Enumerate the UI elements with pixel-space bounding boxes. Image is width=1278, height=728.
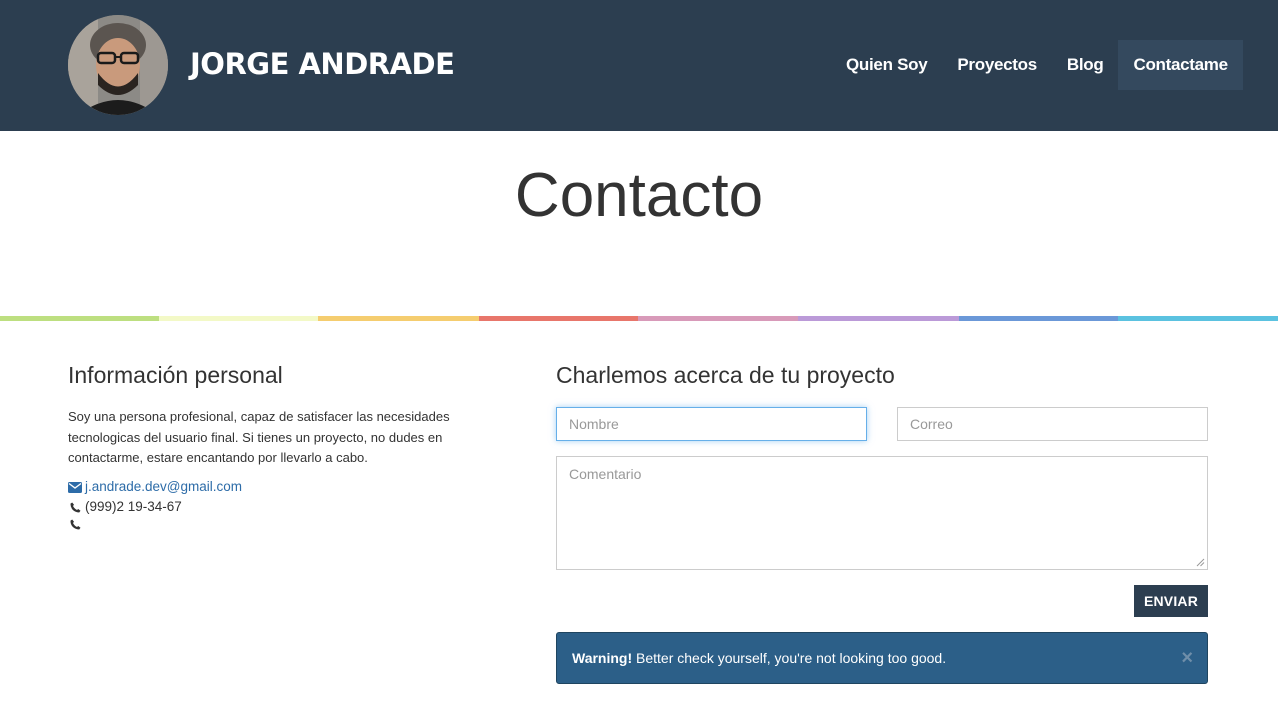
comment-placeholder: Comentario (569, 466, 642, 482)
name-input[interactable]: Nombre (556, 407, 867, 441)
brand-name[interactable]: JORGE ANDRADE (190, 44, 455, 84)
phone-icon (68, 517, 82, 531)
profile-avatar[interactable] (68, 15, 168, 115)
nav-item-proyectos[interactable]: Proyectos (942, 40, 1052, 90)
info-heading: Información personal (68, 362, 283, 388)
send-button[interactable]: ENVIAR (1134, 585, 1208, 617)
close-icon[interactable]: × (1181, 633, 1193, 683)
avatar-photo (68, 15, 168, 115)
stripe-segment (959, 316, 1118, 321)
stripe-segment (318, 316, 479, 321)
nav-item-blog[interactable]: Blog (1052, 40, 1119, 90)
stripe-segment (159, 316, 318, 321)
resize-grip-icon[interactable] (1196, 558, 1205, 567)
stripe-segment (798, 316, 959, 321)
contact-email: j.andrade.dev@gmail.com (68, 477, 242, 497)
email-input[interactable]: Correo (897, 407, 1208, 441)
navbar: JORGE ANDRADE Quien Soy Proyectos Blog C… (0, 0, 1278, 131)
form-heading: Charlemos acerca de tu proyecto (556, 362, 895, 388)
comment-textarea[interactable]: Comentario (556, 456, 1208, 570)
contact-phone-2 (68, 517, 85, 531)
stripe-segment (479, 316, 638, 321)
warning-alert: Warning! Better check yourself, you're n… (556, 632, 1208, 684)
stripe-segment (638, 316, 798, 321)
info-description: Soy una persona profesional, capaz de sa… (68, 409, 450, 465)
stripe-segment (0, 316, 159, 321)
alert-title: Warning! (572, 650, 633, 666)
alert-message: Better check yourself, you're not lookin… (632, 650, 947, 666)
nav-item-quien-soy[interactable]: Quien Soy (831, 40, 942, 90)
main-nav: Quien Soy Proyectos Blog Contactame (831, 40, 1243, 90)
email-link[interactable]: j.andrade.dev@gmail.com (85, 477, 242, 497)
contact-phone: (999)2 19-34-67 (68, 497, 182, 517)
nav-item-contactame[interactable]: Contactame (1118, 40, 1243, 90)
phone-number: (999)2 19-34-67 (85, 499, 182, 514)
phone-icon (68, 500, 82, 514)
envelope-icon (68, 480, 82, 494)
stripe-segment (1118, 316, 1278, 321)
page-title: Contacto (514, 161, 764, 230)
color-stripe (0, 316, 1278, 321)
